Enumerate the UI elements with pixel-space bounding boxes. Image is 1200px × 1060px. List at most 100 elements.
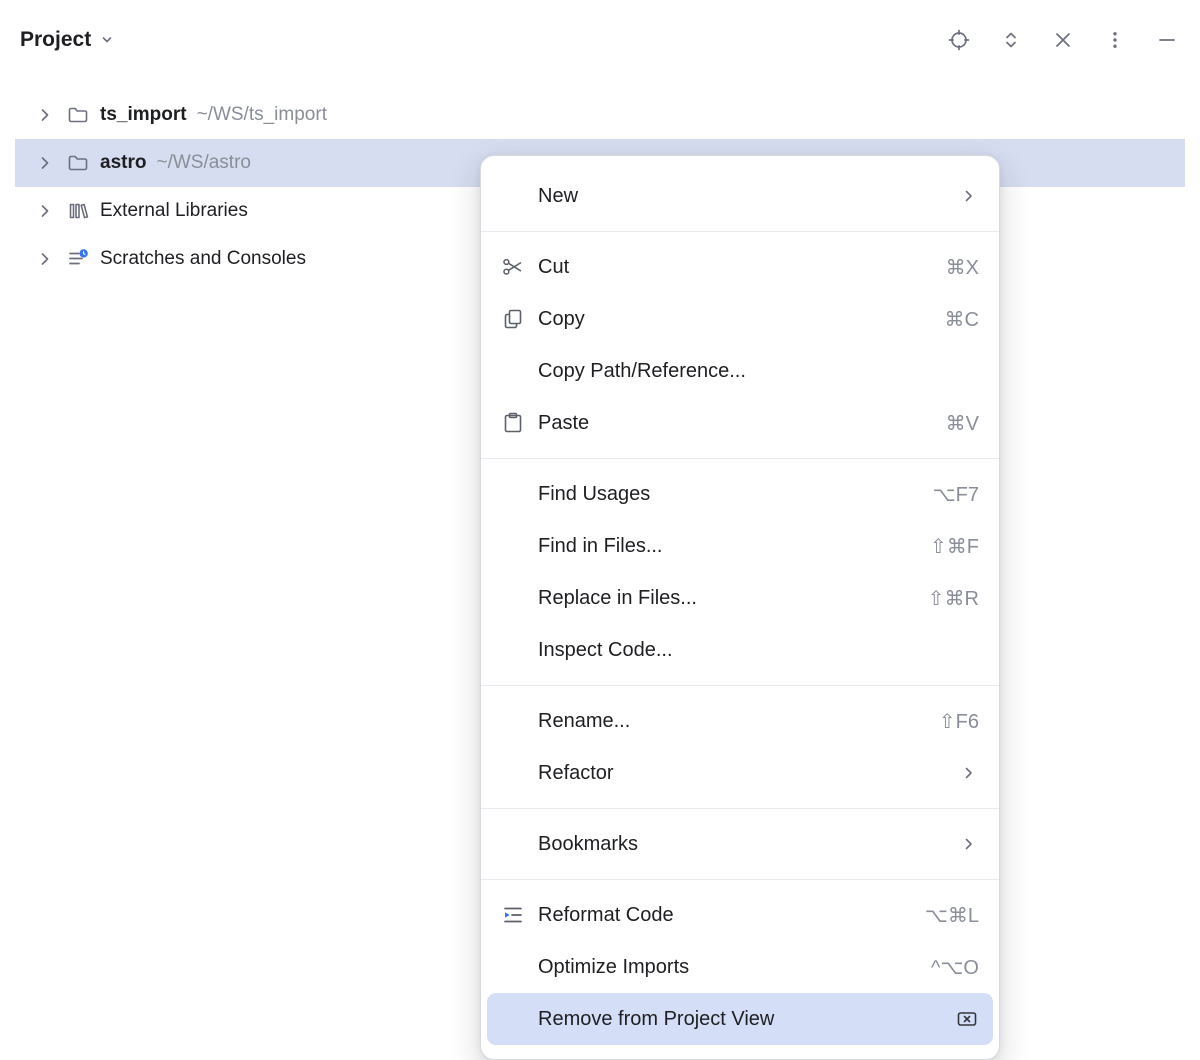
- menu-separator: [481, 685, 999, 686]
- menu-separator: [481, 879, 999, 880]
- menu-item-label: Remove from Project View: [538, 1008, 774, 1031]
- menu-item-label: Bookmarks: [538, 833, 638, 856]
- tree-item-name: External Libraries: [100, 200, 248, 222]
- menu-item-right: [959, 186, 979, 206]
- menu-item-remove-from-project-view[interactable]: Remove from Project View: [487, 993, 993, 1045]
- menu-item-label: Copy Path/Reference...: [538, 360, 746, 383]
- menu-item-shortcut: ⇧⌘F: [930, 534, 979, 559]
- menu-icon-spacer: [501, 359, 525, 383]
- tool-window-title: Project: [20, 28, 91, 52]
- menu-item-label: Find in Files...: [538, 535, 662, 558]
- chevron-right-icon[interactable]: [35, 105, 55, 125]
- menu-item-right: [959, 763, 979, 783]
- menu-item-bookmarks[interactable]: Bookmarks: [487, 818, 993, 870]
- menu-item-shortcut: ⌥⌘L: [925, 903, 979, 928]
- menu-item-find-usages[interactable]: Find Usages ⌥F7: [487, 468, 993, 520]
- menu-icon-spacer: [501, 638, 525, 662]
- menu-separator: [481, 808, 999, 809]
- tool-window-header: Project: [0, 0, 1200, 80]
- folder-icon: [66, 103, 90, 127]
- chevron-down-icon: [99, 32, 115, 48]
- menu-icon-spacer: [501, 709, 525, 733]
- menu-item-right: ^⌥O: [931, 955, 979, 980]
- tool-window-toolbar: [948, 29, 1178, 51]
- menu-item-label: Paste: [538, 412, 589, 435]
- menu-item-refactor[interactable]: Refactor: [487, 747, 993, 799]
- submenu-chevron-icon: [959, 186, 979, 206]
- menu-item-label: Replace in Files...: [538, 587, 697, 610]
- menu-item-right: ⇧⌘F: [930, 534, 979, 559]
- menu-item-shortcut: ⌘C: [945, 307, 979, 332]
- menu-item-right: ⇧F6: [939, 709, 979, 734]
- menu-item-label: Reformat Code: [538, 904, 674, 927]
- cut-icon: [501, 255, 525, 279]
- expand-collapse-icon[interactable]: [1000, 29, 1022, 51]
- menu-item-label: Rename...: [538, 710, 630, 733]
- menu-item-new[interactable]: New: [487, 170, 993, 222]
- menu-item-paste[interactable]: Paste ⌘V: [487, 397, 993, 449]
- context-menu: New Cut ⌘X Copy ⌘C Copy Path/Reference... Past…: [480, 155, 1000, 1060]
- menu-item-label: New: [538, 185, 578, 208]
- menu-item-shortcut: ⇧F6: [939, 709, 979, 734]
- menu-item-rename[interactable]: Rename... ⇧F6: [487, 695, 993, 747]
- menu-item-find-in-files[interactable]: Find in Files... ⇧⌘F: [487, 520, 993, 572]
- menu-icon-spacer: [501, 832, 525, 856]
- menu-icon-spacer: [501, 1007, 525, 1031]
- menu-item-label: Refactor: [538, 762, 614, 785]
- paste-icon: [501, 411, 525, 435]
- menu-item-copy-path-reference[interactable]: Copy Path/Reference...: [487, 345, 993, 397]
- menu-item-label: Find Usages: [538, 483, 650, 506]
- tree-item-name: Scratches and Consoles: [100, 248, 306, 270]
- chevron-right-icon[interactable]: [35, 249, 55, 269]
- scratches-icon: [66, 247, 90, 271]
- menu-separator: [481, 231, 999, 232]
- menu-item-shortcut: ^⌥O: [931, 955, 979, 980]
- menu-item-right: ⌘X: [946, 255, 979, 280]
- tree-item-path: ~/WS/astro: [156, 152, 251, 174]
- menu-item-inspect-code[interactable]: Inspect Code...: [487, 624, 993, 676]
- menu-icon-spacer: [501, 482, 525, 506]
- menu-item-reformat-code[interactable]: Reformat Code ⌥⌘L: [487, 889, 993, 941]
- menu-item-shortcut: ⌥F7: [933, 482, 979, 507]
- tree-row-ts-import[interactable]: ts_import~/WS/ts_import: [15, 91, 1185, 139]
- submenu-chevron-icon: [959, 763, 979, 783]
- reformat-icon: [501, 903, 525, 927]
- menu-icon-spacer: [501, 955, 525, 979]
- menu-icon-spacer: [501, 534, 525, 558]
- menu-item-right: ⌘V: [946, 411, 979, 436]
- more-options-icon[interactable]: [1104, 29, 1126, 51]
- menu-item-right: ⌥F7: [933, 482, 979, 507]
- remove-from-view-icon: [955, 1007, 979, 1031]
- menu-item-right: ⌥⌘L: [925, 903, 979, 928]
- menu-separator: [481, 458, 999, 459]
- menu-item-label: Optimize Imports: [538, 956, 689, 979]
- menu-icon-spacer: [501, 586, 525, 610]
- locate-opened-file-icon[interactable]: [948, 29, 970, 51]
- menu-item-label: Cut: [538, 256, 569, 279]
- hide-tool-window-icon[interactable]: [1156, 29, 1178, 51]
- menu-item-copy[interactable]: Copy ⌘C: [487, 293, 993, 345]
- copy-icon: [501, 307, 525, 331]
- menu-item-right: [955, 1007, 979, 1031]
- menu-icon-spacer: [501, 184, 525, 208]
- menu-item-replace-in-files[interactable]: Replace in Files... ⇧⌘R: [487, 572, 993, 624]
- folder-icon: [66, 151, 90, 175]
- menu-item-right: [959, 834, 979, 854]
- menu-item-right: ⇧⌘R: [928, 586, 979, 611]
- menu-item-shortcut: ⇧⌘R: [928, 586, 979, 611]
- chevron-right-icon[interactable]: [35, 201, 55, 221]
- menu-item-right: ⌘C: [945, 307, 979, 332]
- menu-item-optimize-imports[interactable]: Optimize Imports ^⌥O: [487, 941, 993, 993]
- menu-icon-spacer: [501, 761, 525, 785]
- menu-item-label: Inspect Code...: [538, 639, 673, 662]
- menu-item-shortcut: ⌘X: [946, 255, 979, 280]
- menu-item-label: Copy: [538, 308, 585, 331]
- menu-item-shortcut: ⌘V: [946, 411, 979, 436]
- collapse-all-icon[interactable]: [1052, 29, 1074, 51]
- project-tool-window: { "header": { "title": "Project", "toolb…: [0, 0, 1200, 1050]
- submenu-chevron-icon: [959, 834, 979, 854]
- tree-item-name: ts_import: [100, 104, 187, 126]
- chevron-right-icon[interactable]: [35, 153, 55, 173]
- project-view-selector[interactable]: Project: [20, 28, 115, 52]
- menu-item-cut[interactable]: Cut ⌘X: [487, 241, 993, 293]
